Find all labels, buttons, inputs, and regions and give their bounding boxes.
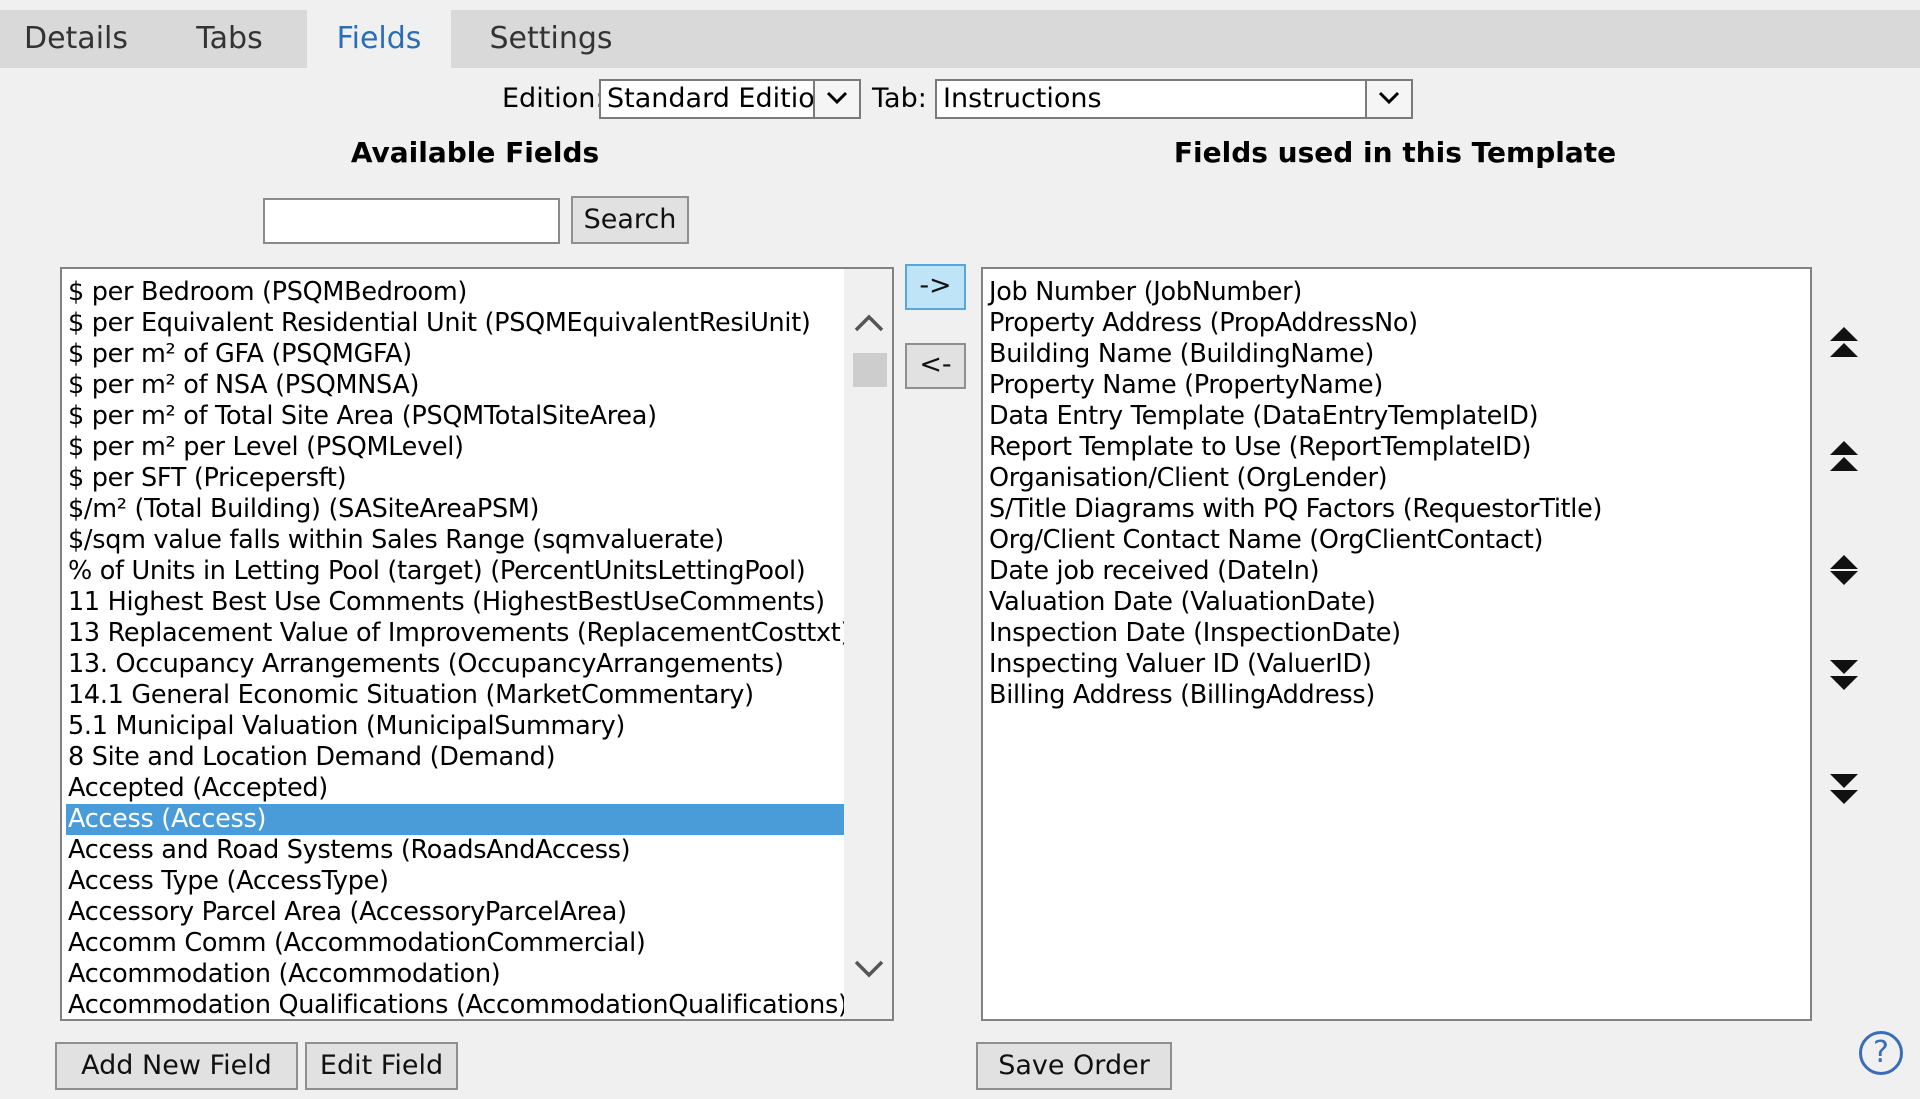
list-item[interactable]: Property Name (PropertyName) xyxy=(987,370,1602,401)
list-item[interactable]: Accommodation Qualifications (Accommodat… xyxy=(66,990,850,1019)
list-item[interactable]: Inspection Date (InspectionDate) xyxy=(987,618,1602,649)
list-item[interactable]: Job Number (JobNumber) xyxy=(987,277,1602,308)
list-item[interactable]: $ per m² of NSA (PSQMNSA) xyxy=(66,370,850,401)
add-to-template-button[interactable]: -> xyxy=(905,264,966,310)
list-item[interactable]: $ per Bedroom (PSQMBedroom) xyxy=(66,277,850,308)
list-item[interactable]: Accomm Comm (AccommodationCommercial) xyxy=(66,928,850,959)
list-item[interactable]: Organisation/Client (OrgLender) xyxy=(987,463,1602,494)
list-item[interactable]: Property Address (PropAddressNo) xyxy=(987,308,1602,339)
list-item[interactable]: 14.1 General Economic Situation (MarketC… xyxy=(66,680,850,711)
chevron-down-icon[interactable] xyxy=(1365,81,1411,117)
available-fields-heading: Available Fields xyxy=(350,136,600,169)
edition-label: Edition: xyxy=(502,83,605,114)
used-fields-list[interactable]: Job Number (JobNumber) Property Address (… xyxy=(981,267,1812,1021)
remove-from-template-button[interactable]: <- xyxy=(905,343,966,389)
edit-field-button[interactable]: Edit Field xyxy=(305,1042,458,1090)
list-item[interactable]: 13 Replacement Value of Improvements (Re… xyxy=(66,618,850,649)
list-item[interactable]: $ per Equivalent Residential Unit (PSQME… xyxy=(66,308,850,339)
list-item[interactable]: $ per m² of Total Site Area (PSQMTotalSi… xyxy=(66,401,850,432)
tab-select[interactable]: Instructions xyxy=(935,79,1413,119)
list-item[interactable]: Report Template to Use (ReportTemplateID… xyxy=(987,432,1602,463)
list-item[interactable]: Date job received (DateIn) xyxy=(987,556,1602,587)
list-item[interactable]: 13. Occupancy Arrangements (OccupancyArr… xyxy=(66,649,850,680)
help-icon[interactable]: ? xyxy=(1859,1031,1903,1075)
move-down-icon[interactable] xyxy=(1828,658,1860,692)
list-item[interactable]: 11 Highest Best Use Comments (HighestBes… xyxy=(66,587,850,618)
used-fields-heading: Fields used in this Template xyxy=(1173,136,1617,169)
list-item[interactable]: Access Type (AccessType) xyxy=(66,866,850,897)
list-item[interactable]: $ per m² of GFA (PSQMGFA) xyxy=(66,339,850,370)
list-item[interactable]: Access (Access) xyxy=(66,804,851,835)
list-item[interactable]: $/sqm value falls within Sales Range (sq… xyxy=(66,525,850,556)
list-item[interactable]: $/m² (Total Building) (SASiteAreaPSM) xyxy=(66,494,850,525)
list-item[interactable]: Access and Road Systems (RoadsAndAccess) xyxy=(66,835,850,866)
list-item[interactable]: Billing Address (BillingAddress) xyxy=(987,680,1602,711)
chevron-up-icon[interactable] xyxy=(853,313,885,337)
edition-select[interactable]: Standard Edition xyxy=(599,79,861,119)
search-button[interactable]: Search xyxy=(571,196,689,244)
used-fields-items: Job Number (JobNumber) Property Address (… xyxy=(987,277,1602,711)
list-item[interactable]: $ per SFT (Pricepersft) xyxy=(66,463,850,494)
tab-bar: Details Tabs Fields Settings xyxy=(0,10,1920,68)
list-item[interactable]: Org/Client Contact Name (OrgClientContac… xyxy=(987,525,1602,556)
move-updown-icon[interactable] xyxy=(1828,553,1860,587)
list-item[interactable]: % of Units in Letting Pool (target) (Per… xyxy=(66,556,850,587)
list-item[interactable]: Valuation Date (ValuationDate) xyxy=(987,587,1602,618)
tab-select-value: Instructions xyxy=(943,83,1102,114)
move-bottom-icon[interactable] xyxy=(1828,772,1860,806)
list-item[interactable]: S/Title Diagrams with PQ Factors (Reques… xyxy=(987,494,1602,525)
tab-fields[interactable]: Fields xyxy=(307,10,451,68)
chevron-down-icon[interactable] xyxy=(853,959,885,983)
save-order-button[interactable]: Save Order xyxy=(976,1042,1172,1090)
list-item[interactable]: Accepted (Accepted) xyxy=(66,773,850,804)
edition-select-value: Standard Edition xyxy=(607,83,832,114)
move-top-icon[interactable] xyxy=(1828,325,1860,359)
scrollbar-thumb[interactable] xyxy=(853,353,887,387)
tab-settings[interactable]: Settings xyxy=(451,10,651,68)
move-up-icon[interactable] xyxy=(1828,439,1860,473)
search-input[interactable] xyxy=(263,198,560,244)
list-item[interactable]: Building Name (BuildingName) xyxy=(987,339,1602,370)
available-fields-list[interactable]: $ per Bedroom (PSQMBedroom) $ per Equival… xyxy=(60,267,894,1021)
available-fields-items: $ per Bedroom (PSQMBedroom) $ per Equival… xyxy=(66,277,851,1019)
list-item[interactable]: Accessory Parcel Area (AccessoryParcelAr… xyxy=(66,897,850,928)
list-item[interactable]: Inspecting Valuer ID (ValuerID) xyxy=(987,649,1602,680)
add-new-field-button[interactable]: Add New Field xyxy=(55,1042,298,1090)
chevron-down-icon[interactable] xyxy=(813,81,859,117)
list-item[interactable]: Accommodation (Accommodation) xyxy=(66,959,850,990)
list-item[interactable]: 8 Site and Location Demand (Demand) xyxy=(66,742,850,773)
tab-select-label: Tab: xyxy=(872,83,927,114)
list-item[interactable]: Data Entry Template (DataEntryTemplateID… xyxy=(987,401,1602,432)
available-scrollbar[interactable] xyxy=(844,269,892,1019)
tab-tabs[interactable]: Tabs xyxy=(152,10,307,68)
tab-details[interactable]: Details xyxy=(0,10,152,68)
list-item[interactable]: $ per m² per Level (PSQMLevel) xyxy=(66,432,850,463)
list-item[interactable]: 5.1 Municipal Valuation (MunicipalSummar… xyxy=(66,711,850,742)
